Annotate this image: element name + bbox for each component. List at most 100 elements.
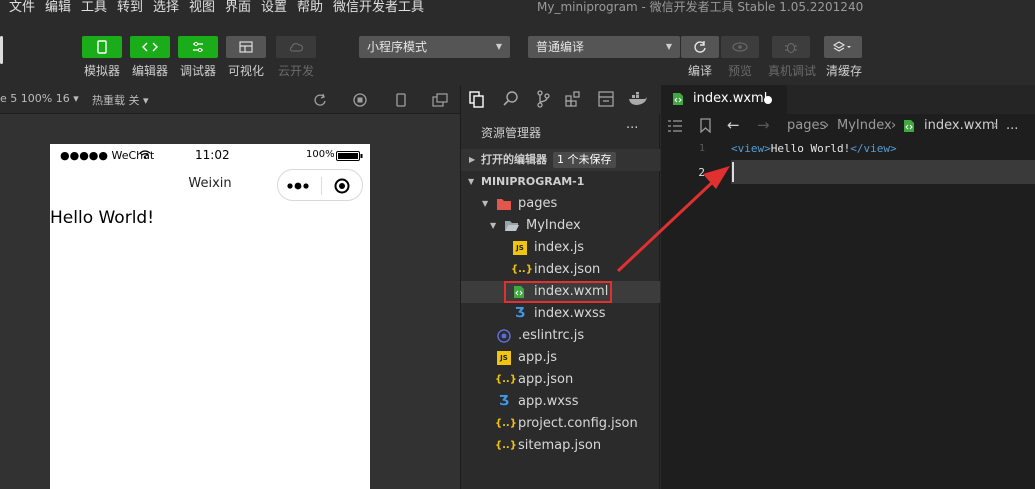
more-dots-icon[interactable]: [286, 180, 312, 192]
storage-icon[interactable]: [598, 91, 614, 107]
code-open-tag: <view>: [731, 142, 771, 155]
left-edge-button[interactable]: [0, 36, 3, 64]
refresh-icon: [694, 41, 706, 53]
menu-select[interactable]: 选择: [153, 0, 179, 15]
editor-label: 编辑器: [132, 64, 169, 78]
bug-icon: [785, 42, 797, 54]
capsule-menu[interactable]: [277, 169, 363, 201]
json-file-icon: {..}: [495, 418, 517, 429]
real-debug-button[interactable]: [772, 36, 810, 58]
tree-item-label: index.js: [534, 240, 585, 255]
layers-icon: [833, 41, 851, 52]
debugger-button[interactable]: [178, 36, 218, 58]
status-bar: ●●●●● WeChat 11:02 100%: [50, 144, 370, 166]
hot-reload-select[interactable]: 热重载 关 ▾: [92, 92, 149, 108]
breadcrumb-more[interactable]: ...: [1006, 118, 1018, 133]
eye-icon: [732, 42, 748, 52]
compile-button[interactable]: [681, 36, 719, 58]
tree-item-app-wxss[interactable]: Ʒ app.wxss: [461, 391, 660, 413]
chevron-down-icon: ▼: [490, 221, 497, 230]
extensions-icon[interactable]: [565, 91, 581, 107]
text-cursor: [732, 162, 734, 182]
explorer-title: 资源管理器: [481, 126, 542, 140]
tree-item-index-wxss[interactable]: Ʒ index.wxss: [461, 303, 660, 325]
device-select[interactable]: e 5 100% 16 ▾: [0, 92, 79, 105]
cloud-icon: [289, 43, 303, 52]
mode-select[interactable]: 小程序模式 ▼: [359, 36, 510, 58]
source-control-icon[interactable]: [536, 90, 550, 108]
js-file-icon: JS: [513, 241, 527, 255]
preview-button[interactable]: [721, 36, 759, 58]
stop-icon[interactable]: [353, 93, 367, 107]
unsaved-dot-icon[interactable]: [764, 96, 772, 104]
breadcrumb-index-wxml[interactable]: index.wxml: [924, 118, 998, 133]
forward-arrow-icon[interactable]: →: [757, 116, 770, 134]
clear-cache-label: 清缓存: [826, 64, 863, 78]
preview-label: 预览: [728, 64, 753, 78]
mode-select-value: 小程序模式: [367, 40, 428, 54]
menu-goto[interactable]: 转到: [117, 0, 143, 15]
menu-view[interactable]: 视图: [189, 0, 215, 15]
back-arrow-icon[interactable]: ←: [727, 116, 740, 134]
clear-cache-button[interactable]: [824, 36, 862, 58]
rotate-icon[interactable]: [313, 93, 327, 107]
wifi-icon: [139, 150, 151, 159]
open-editors-section[interactable]: ▶ 打开的编辑器 1 个未保存: [461, 149, 660, 171]
battery-percent: 100%: [306, 149, 335, 160]
tree-item-pages[interactable]: ▼ pages: [461, 193, 660, 215]
menu-wechat-devtools[interactable]: 微信开发者工具: [333, 0, 424, 15]
project-label: MINIPROGRAM-1: [481, 175, 585, 188]
tree-item-eslintrc[interactable]: .eslintrc.js: [461, 325, 660, 347]
menu-edit[interactable]: 编辑: [45, 0, 71, 15]
compile-label: 编译: [688, 64, 713, 78]
menu-tools[interactable]: 工具: [81, 0, 107, 15]
compile-select[interactable]: 普通编译 ▼: [528, 36, 680, 58]
tree-item-app-json[interactable]: {..} app.json: [461, 369, 660, 391]
project-section[interactable]: ▼ MINIPROGRAM-1: [461, 171, 660, 193]
files-icon[interactable]: [469, 91, 485, 108]
tab-index-wxml[interactable]: index.wxml: [661, 85, 787, 114]
breadcrumb-myindex[interactable]: MyIndex: [837, 118, 892, 133]
menu-settings[interactable]: 设置: [261, 0, 287, 15]
bookmark-icon[interactable]: [700, 118, 711, 133]
tree-item-index-js[interactable]: JS index.js: [461, 237, 660, 259]
menu-interface[interactable]: 界面: [225, 0, 251, 15]
window-title: My_miniprogram - 微信开发者工具 Stable 1.05.220…: [537, 0, 864, 14]
folder-icon: [497, 199, 511, 210]
tree-item-label: app.json: [518, 372, 574, 387]
popout-icon[interactable]: [432, 93, 448, 107]
tree-item-index-json[interactable]: {..} index.json: [461, 259, 660, 281]
tree-item-myindex[interactable]: ▼ MyIndex: [461, 215, 660, 237]
editor-button[interactable]: [130, 36, 170, 58]
simulator-button[interactable]: [82, 36, 122, 58]
eslint-icon: [497, 329, 511, 343]
breadcrumb-pages[interactable]: pages: [787, 118, 826, 133]
editor-tab-bar: index.wxml: [661, 85, 1035, 114]
layout-icon: [239, 41, 253, 53]
code-icon: [142, 42, 158, 52]
phone-icon[interactable]: [395, 93, 407, 107]
breadcrumb: ← → pages › MyIndex › index.wxml › ...: [661, 114, 1035, 138]
more-actions-icon[interactable]: ···: [626, 121, 638, 136]
code-close-tag: </view>: [850, 142, 897, 155]
breadcrumb-separator-icon: ›: [891, 118, 897, 133]
search-icon[interactable]: [503, 91, 519, 107]
tree-item-label: MyIndex: [526, 218, 581, 233]
tree-item-label: app.wxss: [518, 394, 579, 409]
unsaved-badge: 1 个未保存: [553, 152, 616, 168]
tab-label: index.wxml: [693, 91, 768, 106]
page-content-text: Hello World!: [50, 208, 155, 228]
docker-icon[interactable]: [628, 92, 648, 106]
chevron-right-icon: ▶: [469, 155, 476, 164]
tree-item-project-config[interactable]: {..} project.config.json: [461, 413, 660, 435]
tree-item-sitemap[interactable]: {..} sitemap.json: [461, 435, 660, 457]
tree-item-app-js[interactable]: JS app.js: [461, 347, 660, 369]
visual-button[interactable]: [226, 36, 266, 58]
menu-file[interactable]: 文件: [9, 0, 35, 15]
phone-screen: ●●●●● WeChat 11:02 100% Weixin Hello Wor…: [50, 144, 370, 489]
code-editor[interactable]: 1 2 <view>Hello World!</view>: [661, 138, 1035, 489]
menu-help[interactable]: 帮助: [297, 0, 323, 15]
list-icon[interactable]: [668, 120, 682, 132]
cloud-button[interactable]: [276, 36, 316, 58]
close-circle-icon[interactable]: [334, 178, 350, 194]
